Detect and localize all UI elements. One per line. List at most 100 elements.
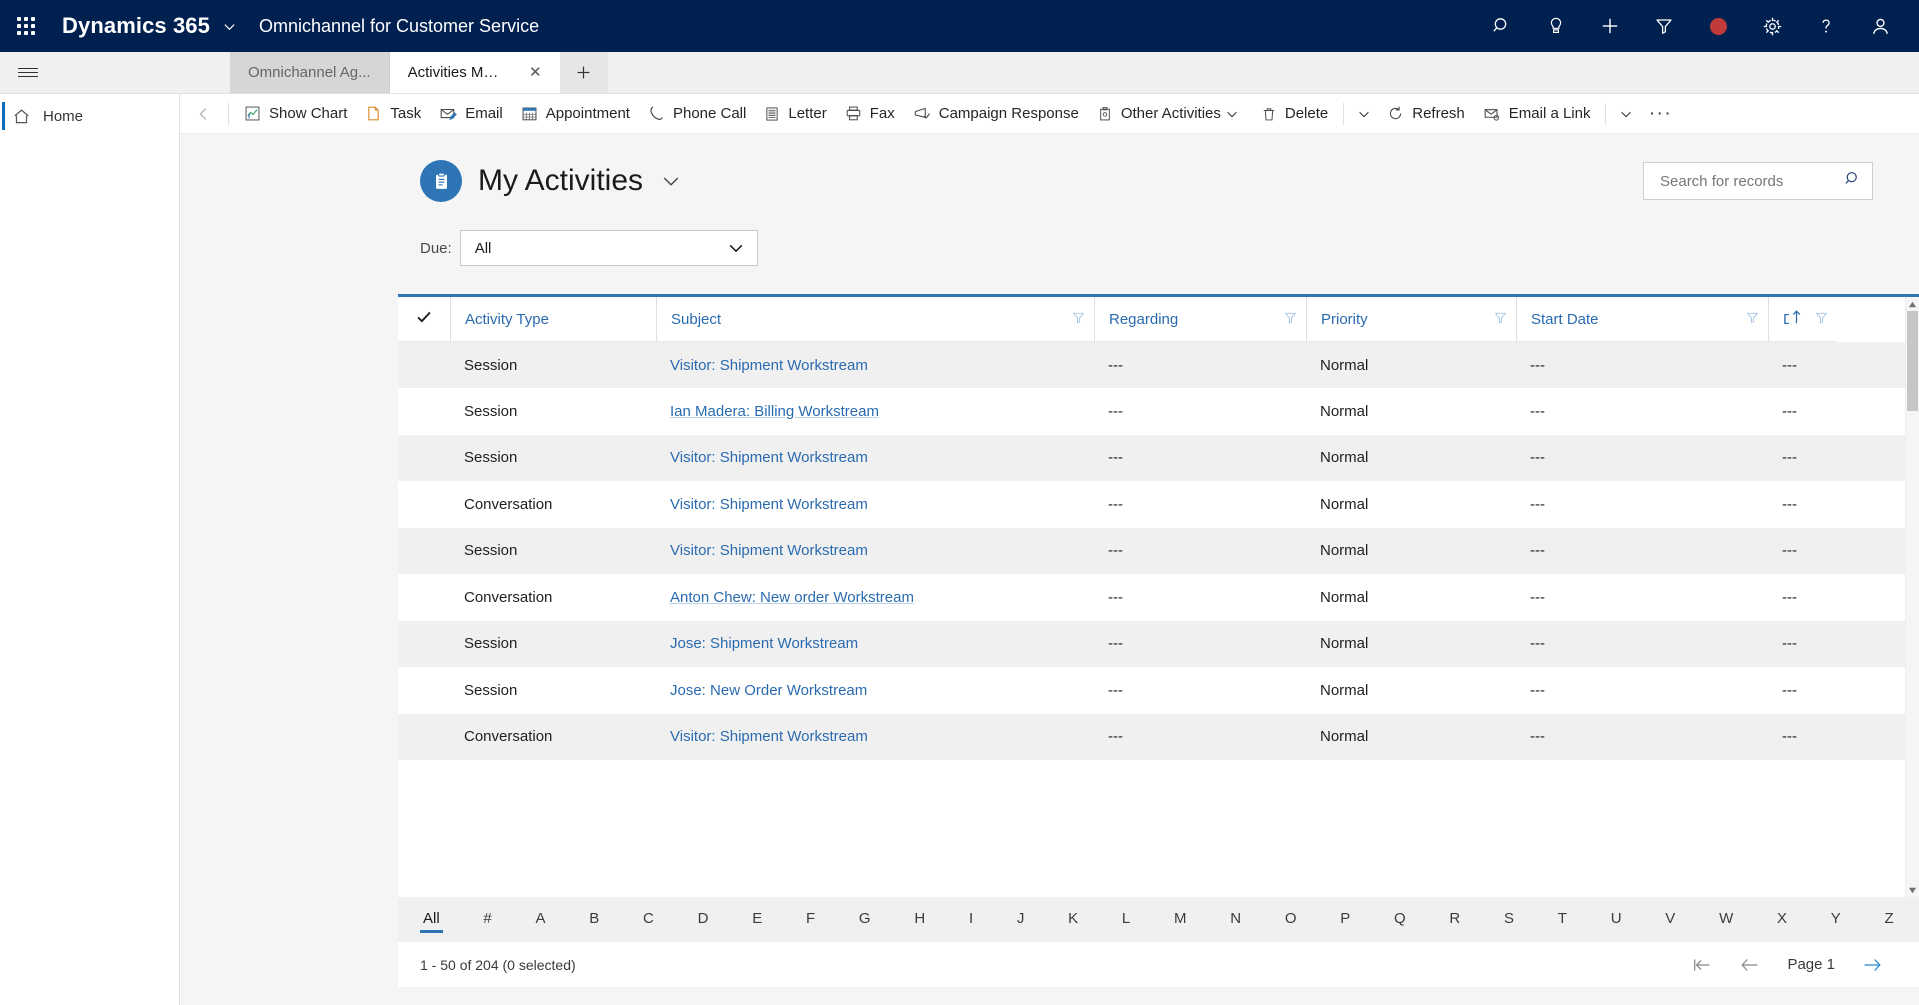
alpha-filter-v[interactable]: V (1662, 908, 1678, 931)
table-row[interactable]: Conversation Anton Chew: New order Workst… (398, 574, 1905, 621)
email-a-link-button[interactable]: Email a Link (1474, 94, 1600, 133)
alpha-filter-k[interactable]: K (1065, 908, 1081, 931)
back-button[interactable] (186, 94, 222, 133)
column-header-priority[interactable]: Priority (1306, 297, 1516, 342)
phone-call-button[interactable]: Phone Call (639, 94, 755, 133)
help-icon[interactable] (1799, 0, 1853, 52)
table-row[interactable]: Conversation Visitor: Shipment Workstream… (398, 713, 1905, 761)
app-launcher-button[interactable] (0, 0, 52, 52)
site-map-button[interactable] (0, 52, 56, 93)
subject-link[interactable]: Jose: New Order Workstream (670, 682, 867, 699)
presence-status-icon[interactable] (1691, 0, 1745, 52)
more-commands-button[interactable]: ··· (1640, 94, 1680, 133)
fax-button[interactable]: Fax (836, 94, 904, 133)
scroll-down-icon[interactable] (1908, 883, 1917, 897)
row-select-checkbox[interactable] (398, 481, 450, 528)
table-row[interactable]: Session Visitor: Shipment Workstream --- No… (398, 434, 1905, 482)
lightbulb-icon[interactable] (1529, 0, 1583, 52)
campaign-response-button[interactable]: Campaign Response (904, 94, 1088, 133)
alpha-filter-f[interactable]: F (803, 908, 818, 931)
row-select-checkbox[interactable] (398, 528, 450, 575)
subject-link[interactable]: Visitor: Shipment Workstream (670, 449, 868, 466)
scrollbar-track[interactable] (1906, 311, 1919, 883)
first-page-icon[interactable] (1691, 956, 1713, 974)
alpha-filter-c[interactable]: C (640, 908, 657, 931)
subject-link[interactable]: Visitor: Shipment Workstream (670, 728, 868, 745)
next-page-icon[interactable] (1861, 956, 1883, 974)
search-input[interactable] (1658, 171, 1844, 191)
delete-button[interactable]: Delete (1252, 94, 1337, 133)
show-chart-button[interactable]: Show Chart (235, 94, 356, 133)
row-select-checkbox[interactable] (398, 342, 450, 389)
alpha-filter-n[interactable]: N (1227, 908, 1244, 931)
other-activities-button[interactable]: Other Activities (1088, 94, 1252, 133)
table-row[interactable]: Session Jose: New Order Workstream --- Norm… (398, 667, 1905, 714)
chevron-down-icon[interactable] (1221, 94, 1243, 133)
tab-activities-my-activities[interactable]: Activities My Activities ✕ (389, 52, 560, 93)
alpha-filter-j[interactable]: J (1014, 908, 1028, 931)
alpha-filter-e[interactable]: E (749, 908, 765, 931)
row-select-checkbox[interactable] (398, 667, 450, 714)
alpha-filter-r[interactable]: R (1446, 908, 1463, 931)
alpha-filter-u[interactable]: U (1608, 908, 1625, 931)
column-header-activity-type[interactable]: Activity Type (450, 297, 656, 342)
alpha-filter-l[interactable]: L (1119, 908, 1133, 931)
column-header-due-date[interactable]: Due Date (1768, 297, 1837, 342)
table-row[interactable]: Session Visitor: Shipment Workstream --- No… (398, 527, 1905, 575)
alpha-filter-m[interactable]: M (1171, 908, 1190, 931)
alpha-filter-d[interactable]: D (695, 908, 712, 931)
subject-link[interactable]: Visitor: Shipment Workstream (670, 357, 868, 374)
search-icon[interactable] (1844, 170, 1862, 193)
column-filter-icon[interactable] (1493, 310, 1508, 329)
prev-page-icon[interactable] (1739, 956, 1761, 974)
column-header-regarding[interactable]: Regarding (1094, 297, 1306, 342)
column-filter-icon[interactable] (1071, 310, 1086, 329)
due-filter-dropdown[interactable]: All (459, 230, 758, 266)
grid-vertical-scrollbar[interactable] (1905, 297, 1919, 897)
email-link-overflow-chevron-down-icon[interactable] (1612, 94, 1640, 133)
search-icon[interactable] (1475, 0, 1529, 52)
task-button[interactable]: Task (356, 94, 430, 133)
table-row[interactable]: Session Visitor: Shipment Workstream --- No… (398, 341, 1905, 389)
alpha-filter-p[interactable]: P (1337, 908, 1353, 931)
appointment-button[interactable]: Appointment (512, 94, 639, 133)
row-select-checkbox[interactable] (398, 435, 450, 482)
subject-link[interactable]: Ian Madera: Billing Workstream (670, 403, 879, 420)
new-tab-button[interactable] (559, 52, 608, 93)
alpha-filter-z[interactable]: Z (1882, 908, 1897, 931)
subject-link[interactable]: Visitor: Shipment Workstream (670, 542, 868, 559)
alpha-filter-q[interactable]: Q (1391, 908, 1409, 931)
gear-icon[interactable] (1745, 0, 1799, 52)
alpha-filter-a[interactable]: A (533, 908, 549, 931)
scroll-up-icon[interactable] (1908, 297, 1917, 311)
subject-link[interactable]: Anton Chew: New order Workstream (670, 589, 914, 606)
alpha-filter-y[interactable]: Y (1828, 908, 1844, 931)
alpha-filter-t[interactable]: T (1555, 908, 1570, 931)
search-records-box[interactable] (1643, 162, 1873, 200)
column-filter-icon[interactable] (1283, 310, 1298, 329)
alpha-filter-b[interactable]: B (586, 908, 602, 931)
row-select-checkbox[interactable] (398, 714, 450, 761)
select-all-checkbox[interactable] (398, 297, 450, 341)
row-select-checkbox[interactable] (398, 574, 450, 621)
plus-icon[interactable] (1583, 0, 1637, 52)
refresh-button[interactable]: Refresh (1378, 94, 1474, 133)
letter-button[interactable]: Letter (755, 94, 835, 133)
subject-link[interactable]: Visitor: Shipment Workstream (670, 496, 868, 513)
column-filter-icon[interactable] (1814, 310, 1829, 329)
select-all-column[interactable] (398, 297, 450, 342)
alpha-filter-o[interactable]: O (1282, 908, 1300, 931)
alpha-filter-w[interactable]: W (1716, 908, 1736, 931)
table-row[interactable]: Conversation Visitor: Shipment Workstream… (398, 481, 1905, 528)
alpha-filter-s[interactable]: S (1501, 908, 1517, 931)
table-row[interactable]: Session Ian Madera: Billing Workstream ---… (398, 388, 1905, 435)
close-icon[interactable]: ✕ (529, 65, 542, 80)
email-button[interactable]: Email (430, 94, 512, 133)
user-icon[interactable] (1853, 0, 1907, 52)
sidebar-item-home[interactable]: Home (0, 94, 179, 138)
subject-link[interactable]: Jose: Shipment Workstream (670, 635, 858, 652)
alpha-filter-g[interactable]: G (856, 908, 874, 931)
alpha-filter-x[interactable]: X (1774, 908, 1790, 931)
column-filter-icon[interactable] (1745, 310, 1760, 329)
row-select-checkbox[interactable] (398, 621, 450, 668)
